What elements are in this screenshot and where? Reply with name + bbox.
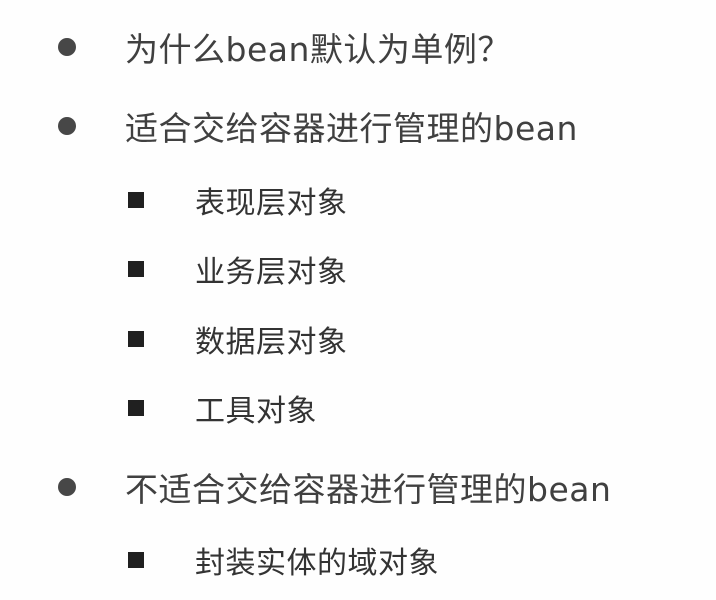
list-item-text: 为什么bean默认为单例？ bbox=[125, 30, 511, 69]
sublist-item-data-layer: 数据层对象 bbox=[128, 314, 348, 364]
square-bullet-icon bbox=[128, 331, 144, 347]
square-bullet-icon bbox=[128, 400, 144, 416]
sublist-item-text: 封装实体的域对象 bbox=[195, 546, 439, 581]
list-item-why-singleton: 为什么bean默认为单例？ bbox=[58, 22, 511, 72]
sublist-item-text: 数据层对象 bbox=[195, 325, 348, 360]
square-bullet-icon bbox=[128, 552, 144, 568]
sublist-item-text: 业务层对象 bbox=[195, 255, 348, 290]
sublist-item-text: 工具对象 bbox=[195, 394, 317, 429]
sublist-item-domain-objects: 封装实体的域对象 bbox=[128, 535, 439, 585]
round-bullet-icon bbox=[58, 38, 76, 56]
round-bullet-icon bbox=[58, 478, 76, 496]
list-item-text: 适合交给容器进行管理的bean bbox=[125, 109, 578, 148]
sublist-item-presentation-layer: 表现层对象 bbox=[128, 175, 348, 225]
list-item-text: 不适合交给容器进行管理的bean bbox=[125, 470, 612, 509]
sublist-item-business-layer: 业务层对象 bbox=[128, 244, 348, 294]
square-bullet-icon bbox=[128, 261, 144, 277]
list-item-unsuitable-beans: 不适合交给容器进行管理的bean bbox=[58, 462, 611, 512]
slide: 为什么bean默认为单例？ 适合交给容器进行管理的bean 表现层对象 业务层对… bbox=[0, 0, 716, 600]
list-item-suitable-beans: 适合交给容器进行管理的bean bbox=[58, 101, 578, 151]
square-bullet-icon bbox=[128, 192, 144, 208]
sublist-item-tool-objects: 工具对象 bbox=[128, 383, 317, 433]
sublist-item-text: 表现层对象 bbox=[195, 186, 348, 221]
round-bullet-icon bbox=[58, 117, 76, 135]
